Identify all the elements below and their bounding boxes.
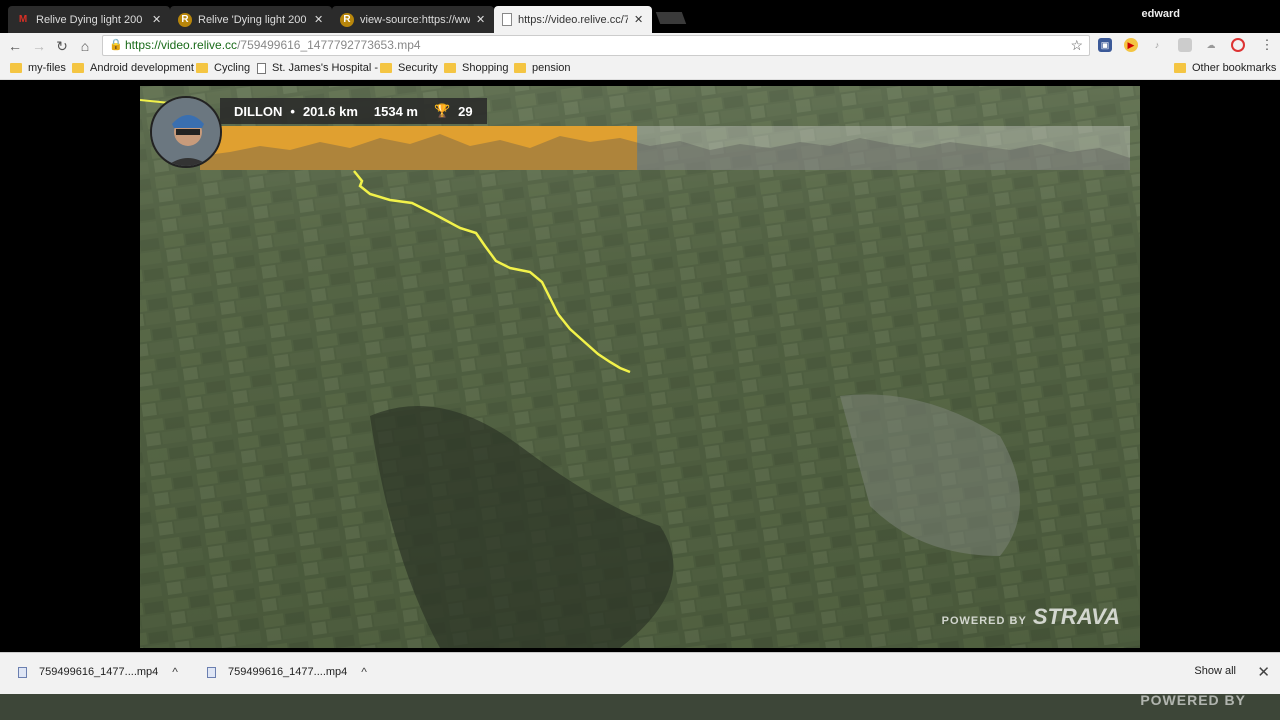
tab-video[interactable]: https://video.relive.cc/75 ✕ [494,6,652,33]
bookmark-star-icon[interactable]: ☆ [1070,36,1083,55]
strava-logo: STRAVA [1032,604,1120,629]
tab-view-source[interactable]: R view-source:https://www ✕ [332,6,494,33]
download-filename: 759499616_1477....mp4 [39,666,159,678]
folder-icon [444,63,456,73]
reload-icon[interactable]: ↻ [53,37,71,55]
aerial-map-frame [140,86,1140,648]
gmail-icon: M [18,14,28,25]
forward-icon[interactable]: → [30,37,48,55]
rider-name: DILLON [234,103,283,119]
close-icon[interactable]: ✕ [634,13,643,26]
bookmark-label: pension [532,62,571,74]
tab-strip: M Relive Dying light 200 a ✕ R Relive 'D… [0,0,1280,33]
extension-icon[interactable]: ▣ [1098,38,1112,52]
ride-stats-header: DILLON • 201.6 km 1534 m 🏆 29 [220,98,487,124]
chevron-up-icon[interactable]: ^ [361,665,367,679]
bookmark-cycling[interactable]: Cycling [196,62,250,74]
file-icon [18,666,27,678]
rider-avatar [150,96,222,168]
bookmark-label: Cycling [214,62,251,74]
separator-dot: • [290,103,295,119]
bookmarks-bar: my-files Android development Cycling St.… [0,58,1280,80]
powered-by-text: POWERED BY [1140,694,1246,708]
page-icon [257,62,266,74]
profile-name[interactable]: edward [1141,8,1180,20]
close-icon[interactable]: ✕ [314,13,323,26]
folder-icon [10,63,22,73]
trophy-icon: 🏆 [433,103,451,118]
url-host: https://video.relive.cc [125,38,238,52]
downloads-bar: 759499616_1477....mp4 ^ 759499616_1477..… [0,652,1280,694]
bookmark-shopping[interactable]: Shopping [444,62,509,74]
bookmark-st-james-hospital[interactable]: St. James's Hospital - [257,62,378,74]
new-tab-button[interactable] [655,12,687,24]
bookmark-label: Other bookmarks [1192,62,1277,74]
download-filename: 759499616_1477....mp4 [228,666,348,678]
url-path: /759499616_1477792773653.mp4 [237,38,421,52]
ride-distance: 201.6 km [302,103,358,119]
strava-watermark: POWERED BY STRAVA [942,604,1120,630]
extension-icon[interactable]: ♪ [1150,38,1164,52]
folder-icon [196,63,208,73]
tab-title: view-source:https://www [360,13,470,26]
close-icon[interactable]: ✕ [152,13,161,26]
extension-icon[interactable] [1178,38,1192,52]
other-bookmarks[interactable]: Other bookmarks [1174,62,1276,74]
tab-gmail[interactable]: M Relive Dying light 200 a ✕ [8,6,170,33]
bookmark-my-files[interactable]: my-files [10,62,66,74]
file-icon [207,666,216,678]
trophy-count: 29 [458,103,473,119]
page-icon [502,13,512,26]
home-icon[interactable]: ⌂ [76,37,94,55]
close-icon[interactable]: ✕ [476,13,485,26]
tab-title: Relive Dying light 200 a [36,13,146,26]
tab-title: Relive 'Dying light 200 a [198,13,308,26]
bookmark-label: my-files [28,62,66,74]
folder-icon [380,63,392,73]
menu-icon[interactable]: ⋮ [1260,38,1274,52]
chevron-up-icon[interactable]: ^ [172,665,178,679]
address-bar[interactable]: 🔒 https://video.relive.cc/759499616_1477… [102,35,1090,56]
folder-icon [72,63,84,73]
tab-relive[interactable]: R Relive 'Dying light 200 a ✕ [170,6,332,33]
download-item[interactable]: 759499616_1477....mp4 ^ [207,665,367,679]
bookmark-label: Shopping [462,62,509,74]
video-player[interactable]: DILLON • 201.6 km 1534 m 🏆 29 POWERED BY… [140,86,1140,648]
show-all-button[interactable]: Show all [1194,665,1236,677]
tab-title: https://video.relive.cc/75 [518,13,628,26]
lock-icon: 🔒 [109,39,123,51]
powered-by-text: POWERED BY [941,615,1027,627]
browser-chrome: M Relive Dying light 200 a ✕ R Relive 'D… [0,0,1280,80]
close-icon[interactable]: ✕ [1257,663,1270,681]
page-content: DILLON • 201.6 km 1534 m 🏆 29 POWERED BY… [0,80,1280,652]
extension-icon[interactable] [1231,38,1245,52]
back-icon[interactable]: ← [6,37,24,55]
bookmark-pension[interactable]: pension [514,62,571,74]
toolbar: ← → ↻ ⌂ 🔒 https://video.relive.cc/759499… [0,33,1280,58]
download-item[interactable]: 759499616_1477....mp4 ^ [18,665,178,679]
bookmark-label: Android development [90,62,194,74]
relive-icon: R [178,12,192,27]
bookmark-label: St. James's Hospital - [272,62,379,74]
background-video-strip: POWERED BY [0,694,1280,720]
bookmark-label: Security [398,62,438,74]
folder-icon [514,63,526,73]
ride-elevation: 1534 m [373,103,418,119]
extension-play-icon[interactable]: ▶ [1124,38,1138,52]
folder-icon [1174,63,1186,73]
bookmark-security[interactable]: Security [380,62,438,74]
relive-icon: R [340,12,354,27]
cloud-icon[interactable]: ☁ [1204,38,1218,52]
bookmark-android-development[interactable]: Android development [72,62,194,74]
